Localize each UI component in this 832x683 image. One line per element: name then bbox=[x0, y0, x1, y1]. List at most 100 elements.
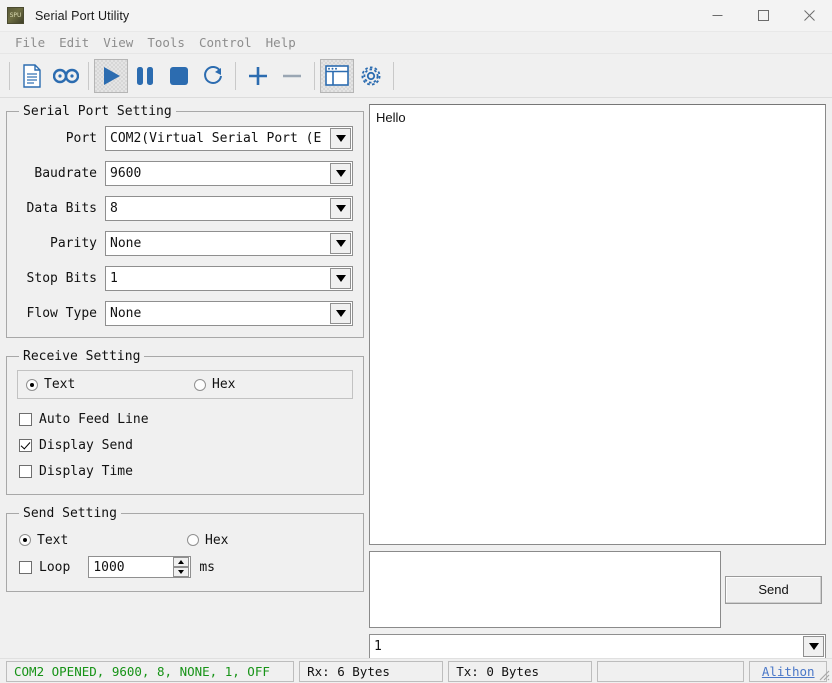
stepper-down-icon[interactable] bbox=[173, 567, 190, 577]
port-value: COM2(Virtual Serial Port (E bbox=[110, 131, 322, 146]
send-format-text-label: Text bbox=[37, 532, 69, 548]
checkbox-unchecked-icon bbox=[19, 412, 32, 426]
loop-row: Loop 1000 ms bbox=[17, 553, 353, 581]
chevron-down-icon[interactable] bbox=[330, 163, 351, 184]
send-text-input[interactable] bbox=[369, 551, 721, 628]
auto-feed-line-label: Auto Feed Line bbox=[39, 411, 149, 427]
stop-icon[interactable] bbox=[162, 59, 196, 93]
receive-text-area[interactable]: Hello bbox=[369, 104, 826, 545]
close-icon[interactable] bbox=[786, 0, 832, 31]
stop-bits-row: Stop Bits 1 bbox=[17, 265, 353, 292]
send-format-hex-option[interactable]: Hex bbox=[187, 533, 228, 548]
checkbox-unchecked-icon bbox=[19, 464, 32, 478]
title-bar: SPU Serial Port Utility bbox=[0, 0, 832, 32]
menu-item-help[interactable]: Help bbox=[259, 32, 303, 53]
status-blank-cell bbox=[597, 660, 745, 682]
window-controls bbox=[694, 0, 832, 31]
display-send-label: Display Send bbox=[39, 437, 133, 453]
toolbar-separator bbox=[9, 61, 10, 90]
flow-type-combobox[interactable]: None bbox=[105, 301, 353, 326]
checkbox-checked-icon bbox=[19, 438, 32, 452]
plus-icon[interactable] bbox=[241, 59, 275, 93]
auto-feed-line-checkbox[interactable]: Auto Feed Line bbox=[17, 406, 353, 432]
minus-icon[interactable] bbox=[275, 59, 309, 93]
chevron-down-icon[interactable] bbox=[803, 636, 824, 657]
chevron-down-icon[interactable] bbox=[330, 198, 351, 219]
chevron-down-icon[interactable] bbox=[330, 268, 351, 289]
play-icon[interactable] bbox=[94, 58, 128, 93]
stop-bits-value: 1 bbox=[110, 271, 118, 286]
loop-interval-value: 1000 bbox=[93, 559, 125, 575]
display-send-checkbox[interactable]: Display Send bbox=[17, 432, 353, 458]
new-document-icon[interactable] bbox=[15, 59, 49, 93]
menu-item-control[interactable]: Control bbox=[192, 32, 259, 53]
parity-row: Parity None bbox=[17, 230, 353, 257]
maximize-icon[interactable] bbox=[740, 0, 786, 31]
stepper-up-icon[interactable] bbox=[173, 557, 190, 567]
receive-format-hex-option[interactable]: Hex bbox=[186, 377, 235, 392]
menu-item-tools[interactable]: Tools bbox=[140, 32, 192, 53]
loop-checkbox[interactable]: Loop bbox=[19, 560, 70, 575]
menu-item-edit[interactable]: Edit bbox=[52, 32, 96, 53]
flow-type-row: Flow Type None bbox=[17, 300, 353, 327]
rx-counter: Rx: 6 Bytes bbox=[299, 660, 444, 682]
window-title: Serial Port Utility bbox=[35, 8, 130, 23]
receive-format-text-option[interactable]: Text bbox=[18, 377, 186, 392]
toolbar bbox=[0, 54, 832, 98]
minimize-icon[interactable] bbox=[694, 0, 740, 31]
radio-unselected-icon bbox=[187, 534, 199, 546]
record-tape-icon[interactable] bbox=[49, 59, 83, 93]
radio-selected-icon bbox=[19, 534, 31, 546]
data-bits-combobox[interactable]: 8 bbox=[105, 196, 353, 221]
send-history-combobox[interactable]: 1 bbox=[369, 634, 826, 659]
layout-window-icon[interactable] bbox=[320, 58, 354, 93]
receive-setting-group: Receive Setting Text Hex Auto Feed Line bbox=[6, 349, 364, 495]
send-setting-group: Send Setting Text Hex Loop 1000 ms bbox=[6, 506, 364, 592]
serial-port-setting-legend: Serial Port Setting bbox=[23, 104, 172, 119]
receive-setting-legend: Receive Setting bbox=[23, 349, 141, 364]
loop-interval-stepper[interactable]: 1000 bbox=[88, 556, 192, 578]
parity-combobox[interactable]: None bbox=[105, 231, 353, 256]
stepper-buttons[interactable] bbox=[173, 557, 190, 577]
data-bits-value: 8 bbox=[110, 201, 118, 216]
send-setting-legend: Send Setting bbox=[23, 506, 117, 521]
parity-value: None bbox=[110, 236, 142, 251]
send-row: Send bbox=[369, 551, 826, 628]
data-bits-row: Data Bits 8 bbox=[17, 195, 353, 222]
connection-status: COM2 OPENED, 9600, 8, NONE, 1, OFF bbox=[6, 660, 295, 682]
chevron-down-icon[interactable] bbox=[330, 303, 351, 324]
menu-bar: File Edit View Tools Control Help bbox=[0, 32, 832, 54]
baudrate-row: Baudrate 9600 bbox=[17, 160, 353, 187]
chevron-down-icon[interactable] bbox=[330, 128, 351, 149]
flow-type-label: Flow Type bbox=[26, 306, 97, 321]
send-history-value: 1 bbox=[374, 639, 382, 654]
interval-unit-label: ms bbox=[199, 559, 215, 575]
toolbar-separator bbox=[88, 61, 89, 90]
display-time-checkbox[interactable]: Display Time bbox=[17, 458, 353, 484]
refresh-icon[interactable] bbox=[196, 59, 230, 93]
status-bar: COM2 OPENED, 9600, 8, NONE, 1, OFF Rx: 6… bbox=[0, 658, 832, 683]
baudrate-combobox[interactable]: 9600 bbox=[105, 161, 353, 186]
receive-format-hex-label: Hex bbox=[212, 377, 236, 392]
menu-item-view[interactable]: View bbox=[96, 32, 140, 53]
serial-port-setting-group: Serial Port Setting Port COM2(Virtual Se… bbox=[6, 104, 364, 338]
port-combobox[interactable]: COM2(Virtual Serial Port (E bbox=[105, 126, 353, 151]
send-format-text-option[interactable]: Text bbox=[19, 533, 187, 548]
baudrate-value: 9600 bbox=[110, 166, 142, 181]
port-label: Port bbox=[65, 131, 97, 146]
resize-grip[interactable] bbox=[816, 667, 830, 681]
send-format-radiogroup: Text Hex bbox=[17, 527, 353, 553]
toolbar-separator bbox=[314, 61, 315, 90]
receive-format-radiogroup: Text Hex bbox=[17, 370, 353, 399]
gear-icon[interactable] bbox=[354, 59, 388, 93]
pause-icon[interactable] bbox=[128, 59, 162, 93]
stop-bits-combobox[interactable]: 1 bbox=[105, 266, 353, 291]
port-row: Port COM2(Virtual Serial Port (E bbox=[17, 125, 353, 152]
terminal-column: Hello Send 1 bbox=[369, 104, 826, 659]
menu-item-file[interactable]: File bbox=[8, 32, 52, 53]
chevron-down-icon[interactable] bbox=[330, 233, 351, 254]
parity-label: Parity bbox=[50, 236, 97, 251]
send-format-hex-label: Hex bbox=[205, 532, 229, 548]
send-button[interactable]: Send bbox=[725, 575, 822, 604]
baudrate-label: Baudrate bbox=[34, 166, 97, 181]
